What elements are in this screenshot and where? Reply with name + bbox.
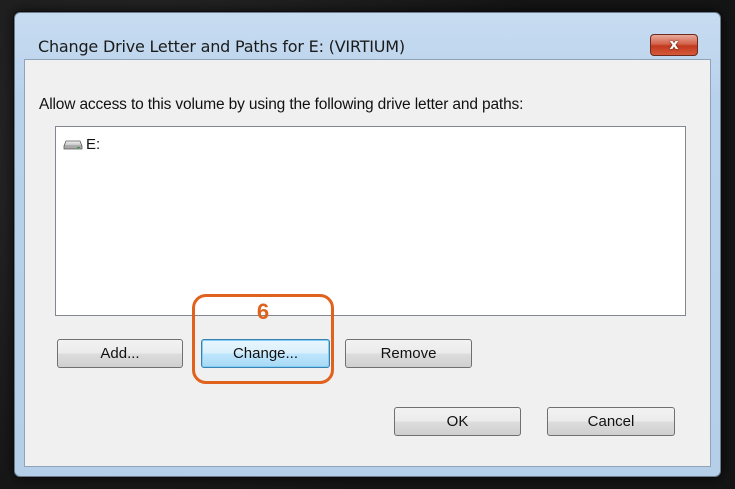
add-button[interactable]: Add... [57, 339, 183, 368]
drive-paths-list[interactable]: E: [55, 126, 686, 316]
step-number-label: 6 [256, 299, 270, 324]
close-button[interactable]: x [650, 34, 698, 56]
ok-button[interactable]: OK [394, 407, 521, 436]
title-bar: Change Drive Letter and Paths for E: (VI… [15, 13, 720, 59]
change-drive-letter-dialog: Change Drive Letter and Paths for E: (VI… [14, 12, 721, 477]
dialog-title: Change Drive Letter and Paths for E: (VI… [38, 37, 405, 56]
dialog-body: Allow access to this volume by using the… [24, 59, 711, 467]
step-callout-box: 6 [192, 294, 334, 384]
drive-icon [63, 140, 83, 149]
drive-letter-label: E: [86, 136, 101, 153]
cancel-button[interactable]: Cancel [547, 407, 675, 436]
list-item[interactable]: E: [63, 136, 100, 153]
close-icon: x [669, 37, 679, 53]
instruction-label: Allow access to this volume by using the… [39, 96, 524, 113]
remove-button[interactable]: Remove [345, 339, 472, 368]
